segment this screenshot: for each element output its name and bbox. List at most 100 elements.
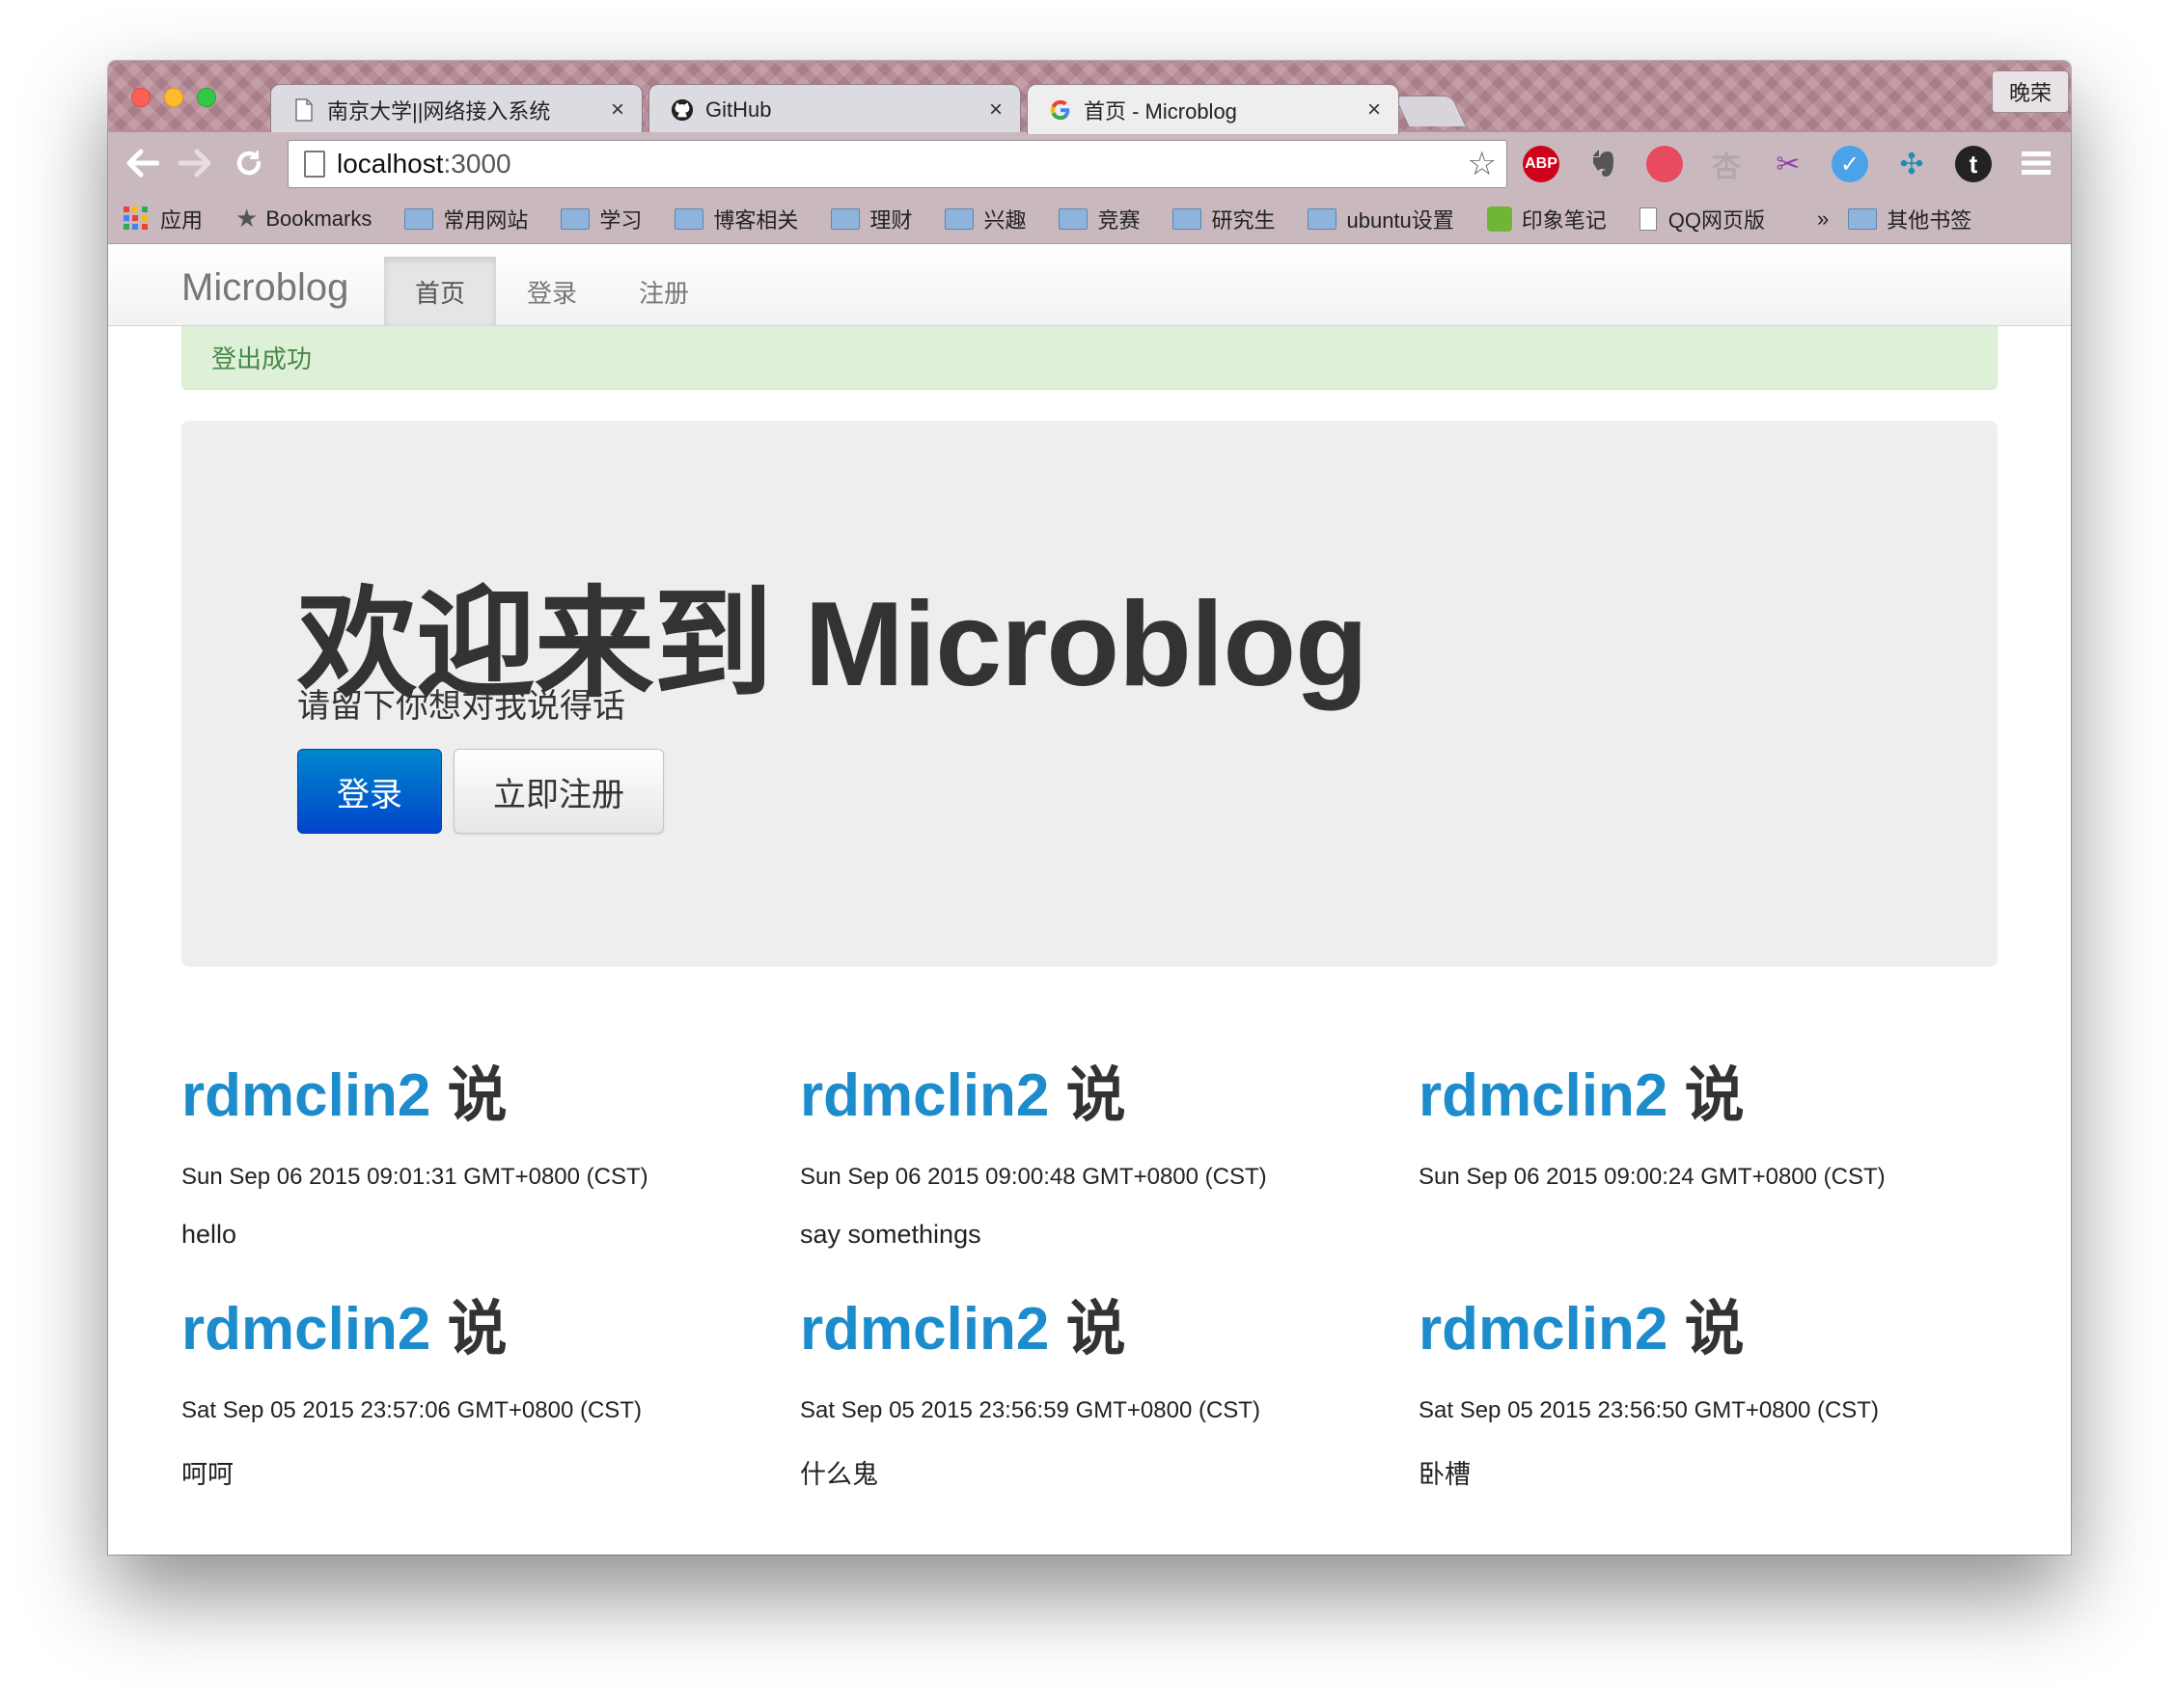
zoom-window-button[interactable] (197, 88, 216, 107)
page-icon (1639, 207, 1657, 231)
post-heading: rdmclin2 说 (181, 1280, 760, 1366)
post-says-label: 说 (1065, 1062, 1126, 1129)
bookmark-folder-graduate[interactable]: 研究生 (1172, 204, 1275, 234)
post-item: rdmclin2 说 Sat Sep 05 2015 23:57:06 GMT+… (181, 1280, 760, 1491)
url-port: :3000 (443, 149, 511, 179)
grey-extension-icon[interactable]: 杏 (1708, 146, 1745, 183)
forward-arrow-icon[interactable] (174, 142, 216, 184)
folder-icon (1059, 207, 1088, 230)
bookmark-label: QQ网页版 (1667, 207, 1766, 233)
post-heading: rdmclin2 说 (1419, 1046, 1998, 1133)
bookmark-label: 兴趣 (983, 207, 1027, 233)
register-now-button[interactable]: 立即注册 (454, 749, 664, 834)
bookmark-star-icon[interactable]: ☆ (1468, 145, 1497, 183)
post-author-link[interactable]: rdmclin2 (800, 1296, 1049, 1363)
bookmark-bookmarks[interactable]: ★ Bookmarks (235, 204, 372, 234)
profile-button[interactable]: 晚荣 (1992, 70, 2069, 113)
post-item: rdmclin2 说 Sat Sep 05 2015 23:56:50 GMT+… (1419, 1280, 1998, 1491)
post-time: Sun Sep 06 2015 09:00:24 GMT+0800 (CST) (1419, 1164, 1886, 1190)
url-text: localhost:3000 (337, 149, 1468, 179)
tab-title: GitHub (705, 96, 772, 122)
bookmark-folder-contests[interactable]: 竞赛 (1059, 204, 1140, 234)
post-says-label: 说 (1684, 1296, 1745, 1363)
menu-icon[interactable] (2015, 142, 2057, 184)
hero-unit: 欢迎来到 Microblog 请留下你想对我说得话 登录 立即注册 (181, 421, 1998, 967)
network-extension-icon[interactable]: ✣ (1893, 146, 1930, 182)
folder-icon (675, 207, 704, 230)
tab-github[interactable]: GitHub × (648, 84, 1021, 134)
bookmark-label: 研究生 (1211, 207, 1276, 233)
browser-toolbar: localhost:3000 ☆ ABP 杏 ✂ ✓ ✣ t (108, 132, 2071, 194)
post-says-label: 说 (447, 1296, 508, 1363)
tab-title: 首页 - Microblog (1084, 98, 1237, 124)
post-author-link[interactable]: rdmclin2 (800, 1062, 1049, 1129)
nav-login[interactable]: 登录 (496, 257, 608, 326)
bookmark-folder-ubuntu[interactable]: ubuntu设置 (1308, 204, 1454, 234)
page-icon (304, 151, 325, 178)
bookmark-qq-web[interactable]: QQ网页版 (1639, 204, 1766, 234)
tab-nju-network[interactable]: 南京大学||网络接入系统 × (270, 84, 643, 134)
bookmark-label: 印象笔记 (1521, 207, 1607, 233)
new-tab-button[interactable] (1393, 96, 1467, 126)
bookmark-folder-finance[interactable]: 理财 (831, 204, 912, 234)
address-bar[interactable]: localhost:3000 ☆ (288, 140, 1507, 188)
bookmark-folder-other[interactable]: 其他书签 (1848, 204, 1971, 234)
bookmark-apps[interactable]: 应用 (124, 204, 203, 234)
github-icon (671, 97, 694, 123)
minimize-window-button[interactable] (164, 88, 183, 107)
tab-strip: 南京大学||网络接入系统 × GitHub × 首页 - Microblog × (108, 61, 2071, 134)
folder-icon (945, 207, 975, 230)
tab-close-icon[interactable]: × (1367, 96, 1381, 124)
site-brand[interactable]: Microblog (181, 266, 348, 310)
folder-icon (1848, 207, 1878, 230)
tab-close-icon[interactable]: × (611, 96, 624, 124)
tab-close-icon[interactable]: × (989, 96, 1003, 124)
post-author-link[interactable]: rdmclin2 (1419, 1062, 1667, 1129)
bookmark-label: 博客相关 (713, 207, 799, 233)
bookmark-folder-common-sites[interactable]: 常用网站 (404, 204, 528, 234)
bookmark-label: 应用 (160, 207, 204, 233)
folder-icon (1172, 207, 1202, 230)
blue-extension-icon[interactable]: ✓ (1832, 146, 1868, 182)
back-arrow-icon[interactable] (122, 142, 164, 184)
bookmarks-overflow-button[interactable]: » (1817, 207, 1829, 232)
post-author-link[interactable]: rdmclin2 (181, 1296, 430, 1363)
nav-home[interactable]: 首页 (384, 257, 496, 326)
folder-icon (1308, 207, 1337, 230)
bookmarks-bar: 应用 ★ Bookmarks 常用网站 学习 博客相关 理财 兴趣 竞赛 研究生… (108, 194, 2071, 244)
evernote-icon[interactable] (1585, 146, 1621, 182)
bookmark-folder-interests[interactable]: 兴趣 (945, 204, 1026, 234)
login-button[interactable]: 登录 (297, 749, 442, 834)
bookmark-evernote[interactable]: 印象笔记 (1486, 204, 1607, 234)
post-heading: rdmclin2 说 (800, 1280, 1379, 1366)
folder-icon (561, 207, 591, 230)
tumblr-icon[interactable]: t (1955, 146, 1992, 182)
close-window-button[interactable] (131, 88, 151, 107)
bookmark-folder-study[interactable]: 学习 (561, 204, 642, 234)
bookmark-folder-blog[interactable]: 博客相关 (675, 204, 798, 234)
web-page: Microblog 首页 登录 注册 登出成功 欢迎来到 Microblog 请… (108, 245, 2071, 1555)
post-heading: rdmclin2 说 (181, 1046, 760, 1133)
post-says-label: 说 (1065, 1296, 1126, 1363)
post-time: Sat Sep 05 2015 23:56:59 GMT+0800 (CST) (800, 1397, 1260, 1423)
post-text: hello (181, 1220, 237, 1249)
purple-extension-icon[interactable]: ✂ (1770, 146, 1806, 182)
post-time: Sat Sep 05 2015 23:56:50 GMT+0800 (CST) (1419, 1397, 1879, 1423)
adblock-plus-icon[interactable]: ABP (1523, 146, 1559, 182)
nav-register[interactable]: 注册 (608, 257, 720, 326)
post-says-label: 说 (1684, 1062, 1745, 1129)
tab-microblog[interactable]: 首页 - Microblog × (1027, 84, 1399, 134)
bookmark-label: 理财 (869, 207, 913, 233)
post-item: rdmclin2 说 Sun Sep 06 2015 09:00:24 GMT+… (1419, 1046, 1998, 1220)
red-extension-icon[interactable] (1646, 146, 1683, 182)
logout-success-alert: 登出成功 (181, 326, 1998, 390)
page-icon (292, 97, 316, 123)
post-heading: rdmclin2 说 (800, 1046, 1379, 1133)
post-author-link[interactable]: rdmclin2 (1419, 1296, 1667, 1363)
post-author-link[interactable]: rdmclin2 (181, 1062, 430, 1129)
reload-icon[interactable] (228, 142, 270, 184)
site-navbar: Microblog 首页 登录 注册 (108, 245, 2071, 326)
post-text: say somethings (800, 1220, 981, 1249)
post-item: rdmclin2 说 Sun Sep 06 2015 09:01:31 GMT+… (181, 1046, 760, 1250)
post-text: 呵呵 (181, 1460, 234, 1489)
